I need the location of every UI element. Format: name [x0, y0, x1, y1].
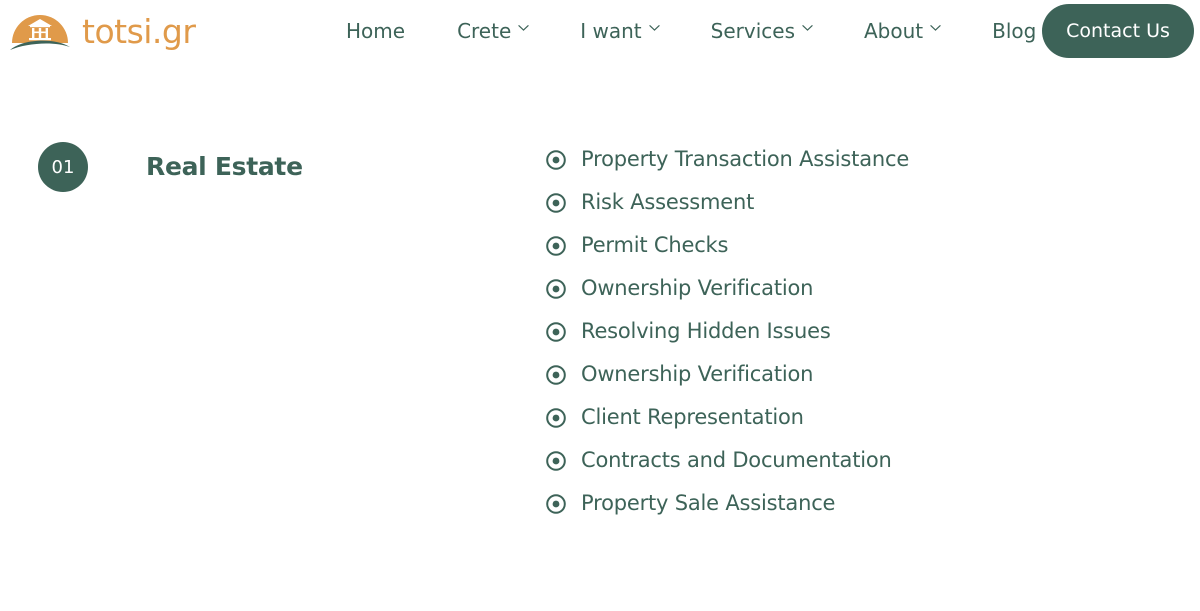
- radio-dot-bullet-icon: [545, 450, 567, 472]
- list-item-label: Risk Assessment: [581, 190, 755, 214]
- brand-wordmark: totsi.gr: [82, 11, 196, 51]
- list-item[interactable]: Property Sale Assistance: [545, 482, 1200, 525]
- nav-item-label: I want: [580, 19, 642, 43]
- radio-dot-bullet-icon: [545, 149, 567, 171]
- list-item-label: Permit Checks: [581, 233, 729, 257]
- list-item[interactable]: Resolving Hidden Issues: [545, 310, 1200, 353]
- list-item[interactable]: Ownership Verification: [545, 267, 1200, 310]
- nav-item-home[interactable]: Home: [320, 21, 431, 41]
- chevron-down-icon: [930, 24, 941, 34]
- service-index-badge: 01: [38, 142, 88, 192]
- radio-dot-bullet-icon: [545, 278, 567, 300]
- nav-item-label: Services: [710, 19, 795, 43]
- list-item-label: Property Transaction Assistance: [581, 147, 910, 171]
- list-item[interactable]: Ownership Verification: [545, 353, 1200, 396]
- main-navigation: Home Crete I want Services About Blog: [320, 0, 1062, 62]
- nav-item-crete[interactable]: Crete: [431, 21, 554, 41]
- list-item[interactable]: Property Transaction Assistance: [545, 138, 1200, 181]
- list-item[interactable]: Client Representation: [545, 396, 1200, 439]
- list-item-label: Ownership Verification: [581, 276, 814, 300]
- site-header: totsi.gr Home Crete I want Services Abou…: [0, 0, 1200, 62]
- radio-dot-bullet-icon: [545, 235, 567, 257]
- nav-item-about[interactable]: About: [838, 21, 966, 41]
- list-item[interactable]: Permit Checks: [545, 224, 1200, 267]
- service-block-title: Real Estate: [146, 152, 303, 181]
- list-item-label: Ownership Verification: [581, 362, 814, 386]
- service-block-header: 01 Real Estate: [0, 138, 545, 525]
- chevron-down-icon: [648, 24, 660, 34]
- radio-dot-bullet-icon: [545, 364, 567, 386]
- radio-dot-bullet-icon: [545, 192, 567, 214]
- list-item[interactable]: Risk Assessment: [545, 181, 1200, 224]
- nav-item-label: About: [864, 19, 924, 43]
- nav-item-i-want[interactable]: I want: [554, 21, 684, 41]
- nav-item-label: Crete: [457, 19, 512, 43]
- list-item-label: Resolving Hidden Issues: [581, 319, 831, 343]
- chevron-down-icon: [518, 24, 529, 34]
- service-feature-list: Property Transaction Assistance Risk Ass…: [545, 138, 1200, 525]
- contact-us-button[interactable]: Contact Us: [1042, 4, 1194, 58]
- radio-dot-bullet-icon: [545, 321, 567, 343]
- service-block-real-estate: 01 Real Estate Property Transaction Assi…: [0, 138, 1200, 525]
- radio-dot-bullet-icon: [545, 407, 567, 429]
- list-item-label: Property Sale Assistance: [581, 491, 836, 515]
- list-item-label: Client Representation: [581, 405, 804, 429]
- sun-dome-house-logo-icon: [8, 7, 72, 55]
- list-item-label: Contracts and Documentation: [581, 448, 892, 472]
- nav-item-label: Home: [346, 19, 406, 43]
- radio-dot-bullet-icon: [545, 493, 567, 515]
- chevron-down-icon: [802, 24, 813, 34]
- list-item[interactable]: Contracts and Documentation: [545, 439, 1200, 482]
- nav-item-services[interactable]: Services: [685, 21, 838, 41]
- service-feature-column: Property Transaction Assistance Risk Ass…: [545, 138, 1200, 525]
- main-content: 01 Real Estate Property Transaction Assi…: [0, 138, 1200, 525]
- nav-item-label: Blog: [992, 19, 1037, 43]
- brand-logo-link[interactable]: totsi.gr: [8, 7, 196, 55]
